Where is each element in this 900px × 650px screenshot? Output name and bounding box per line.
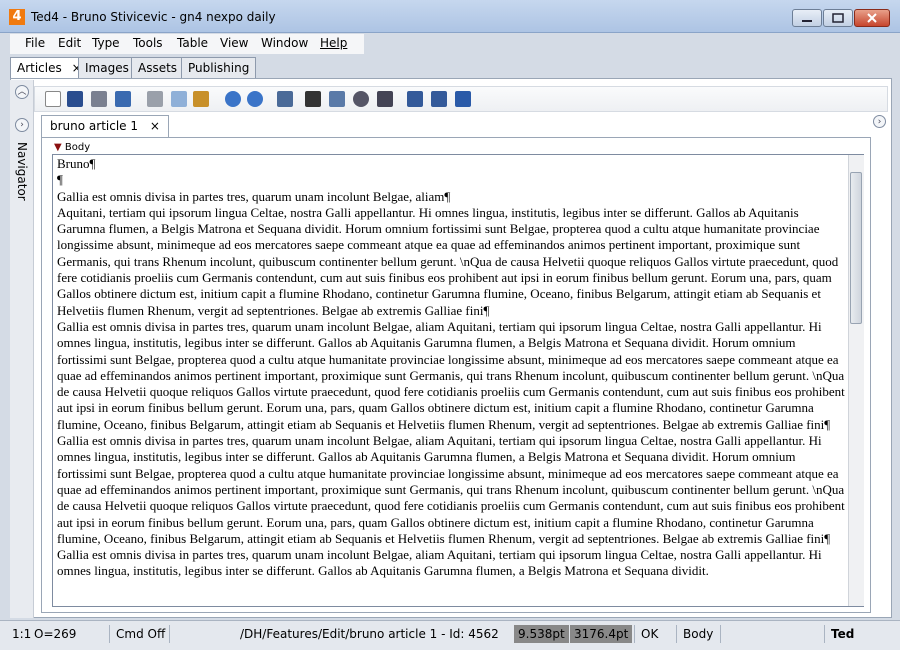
status-ok: OK: [634, 625, 658, 643]
status-app: Ted: [824, 625, 854, 643]
close-button[interactable]: [854, 9, 890, 27]
text-paragraph: Gallia est omnis divisa in partes tres, …: [57, 547, 822, 579]
insert-above-icon[interactable]: [407, 91, 423, 107]
text-format-icon[interactable]: [455, 91, 471, 107]
menu-tools[interactable]: Tools: [133, 36, 163, 50]
menu-type[interactable]: Type: [92, 36, 120, 50]
status-separator: [720, 625, 780, 643]
insert-below-icon[interactable]: [431, 91, 447, 107]
status-path: /DH/Features/Edit/bruno article 1 - Id: …: [240, 627, 499, 641]
text-paragraph: Gallia est omnis divisa in partes tres, …: [57, 188, 451, 204]
doc-tab-label: bruno article 1: [50, 119, 139, 133]
text-editor[interactable]: Bruno¶ ¶ Gallia est omnis divisa in part…: [52, 154, 864, 607]
collapse-triangle-icon: ▼: [54, 142, 62, 153]
tab-images-label: Images: [85, 61, 129, 75]
tab-images[interactable]: Images: [78, 57, 136, 79]
special-char-icon[interactable]: [377, 91, 393, 107]
doc-tab-close-icon[interactable]: ×: [150, 119, 160, 133]
maximize-icon: [832, 13, 844, 23]
text-line: ¶: [57, 172, 63, 188]
scrollbar-thumb[interactable]: [850, 172, 862, 324]
minimize-button[interactable]: [792, 9, 822, 27]
tab-assets[interactable]: Assets: [131, 57, 185, 79]
expand-navigator-icon[interactable]: ›: [15, 118, 29, 132]
properties-icon[interactable]: [329, 91, 345, 107]
doc-tab[interactable]: bruno article 1 ×: [41, 115, 169, 137]
redo-icon[interactable]: [247, 91, 263, 107]
tab-publishing-label: Publishing: [188, 61, 250, 75]
status-bar: 1:1 O=269 Cmd Off /DH/Features/Edit/brun…: [0, 620, 900, 650]
collapse-up-icon[interactable]: ︿: [15, 85, 29, 99]
menu-help[interactable]: Help: [320, 36, 347, 50]
window-title: Ted4 - Bruno Stivicevic - gn4 nexpo dail…: [31, 10, 276, 24]
print-icon[interactable]: [91, 91, 107, 107]
body-header-label: Body: [64, 142, 91, 153]
spellcheck-icon[interactable]: [115, 91, 131, 107]
status-position: 1:1: [12, 627, 32, 641]
toolbar: [34, 86, 888, 112]
paste-icon[interactable]: [193, 91, 209, 107]
menu-view[interactable]: View: [220, 36, 248, 50]
cut-icon[interactable]: [147, 91, 163, 107]
tab-publishing[interactable]: Publishing: [181, 57, 257, 79]
text-paragraph: Aquitani, tertiam qui ipsorum lingua Cel…: [57, 204, 839, 318]
body-header[interactable]: ▼ Body: [54, 142, 90, 153]
menu-edit[interactable]: Edit: [58, 36, 81, 50]
app-logo-icon: 4: [9, 9, 25, 25]
text-paragraph: Gallia est omnis divisa in partes tres, …: [57, 318, 845, 432]
text-paragraph: Gallia est omnis divisa in partes tres, …: [57, 433, 845, 546]
tab-articles-label: Articles: [17, 61, 62, 75]
menu-window[interactable]: Window: [261, 36, 308, 50]
navigator-panel[interactable]: Navigator: [11, 140, 33, 260]
save-icon[interactable]: [67, 91, 83, 107]
menu-bar: File Edit Type Tools Table View Window H…: [10, 34, 364, 54]
maximize-button[interactable]: [823, 9, 853, 27]
menu-table[interactable]: Table: [177, 36, 208, 50]
tab-assets-label: Assets: [138, 61, 178, 75]
status-offset: O=269: [34, 627, 77, 641]
top-tabs: Articles × Images Assets Publishing: [10, 57, 890, 80]
undo-icon[interactable]: [225, 91, 241, 107]
menu-file[interactable]: File: [25, 36, 45, 50]
copy-icon[interactable]: [171, 91, 187, 107]
layout-icon[interactable]: [277, 91, 293, 107]
status-cmd: Cmd Off: [109, 625, 165, 643]
text-line: Bruno¶: [57, 156, 96, 171]
minimize-icon: [802, 20, 812, 22]
status-separator: [169, 625, 209, 643]
status-size1: 9.538pt: [514, 625, 569, 643]
link-icon[interactable]: [353, 91, 369, 107]
find-icon[interactable]: [305, 91, 321, 107]
close-icon: [867, 13, 877, 23]
tab-articles[interactable]: Articles ×: [10, 57, 89, 80]
status-size2: 3176.4pt: [570, 625, 633, 643]
status-style: Body: [676, 625, 713, 643]
navigator-label: Navigator: [15, 142, 29, 201]
scroll-right-icon[interactable]: ›: [873, 115, 886, 128]
new-document-icon[interactable]: [45, 91, 61, 107]
